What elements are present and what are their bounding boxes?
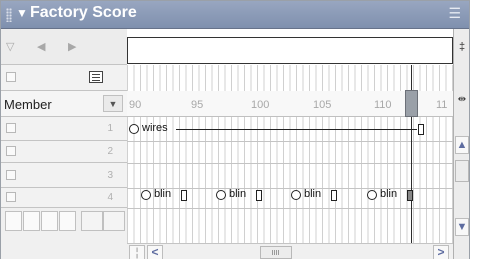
ruler-tick: 110 [374,99,392,111]
scroll-thumb[interactable] [260,246,292,259]
playhead-handle[interactable] [405,90,418,117]
sprite-start-icon [141,190,151,200]
sprite-start-icon [367,190,377,200]
channel-column: ▽ ◀ ▶ Member ▼ 1 2 3 4 [1,29,127,259]
channel-scroll-button[interactable] [81,211,103,231]
horizontal-scrollbar[interactable]: ¦ < > [127,243,453,259]
sprite-wires[interactable]: wires [127,120,427,138]
sprite-label: blin [229,188,247,200]
sprite-end-icon [418,124,424,135]
scroll-down-button[interactable]: ▼ [455,218,469,236]
channel-scroll-button[interactable] [103,211,125,231]
member-dropdown-button[interactable]: ▼ [103,95,123,112]
score-window: ▼ Factory Score ☰ ▽ ◀ ▶ Member ▼ 1 2 3 4… [0,0,470,259]
member-label: Member [4,97,52,112]
script-icon [89,71,103,83]
ruler-tick: 90 [129,99,142,111]
sprite-end-icon [331,190,337,201]
vertical-scroll-thumb[interactable] [455,160,469,182]
sprite-start-icon [129,124,139,134]
filter-icon[interactable]: ▽ [6,40,14,53]
scroll-up-button[interactable]: ▲ [455,136,469,154]
options-menu-icon[interactable]: ☰ [448,5,461,22]
channel-row-4[interactable]: 4 [1,188,127,208]
row-divider [127,163,453,164]
right-toolbar: ‡ ⇹ ▲ ▼ [453,29,469,259]
channel-footer [1,208,127,259]
channel-number: 2 [107,146,113,157]
sprite-blin[interactable]: blin [291,188,351,202]
channel-number: 4 [107,192,113,203]
sprite-end-icon [181,190,187,201]
channel-row-3[interactable]: 3 [1,163,127,188]
prev-marker-icon[interactable]: ◀ [37,40,45,53]
view-cell[interactable] [23,211,40,231]
channel-3-checkbox[interactable] [6,170,16,180]
zoom-divider-icon[interactable]: ¦ [129,245,145,259]
ruler-tick: 100 [251,99,270,111]
view-cell[interactable] [41,211,58,231]
sprite-end-icon [407,190,413,201]
sprite-start-icon [291,190,301,200]
channel-2-checkbox[interactable] [6,146,16,156]
ruler-tick: 95 [191,99,204,111]
marker-strip[interactable] [127,37,453,64]
channel-row-2[interactable]: 2 [1,141,127,163]
row-divider [127,141,453,142]
channel-4-checkbox[interactable] [6,192,16,202]
scroll-left-button[interactable]: < [147,245,163,259]
member-row: Member ▼ [1,91,127,117]
marker-nav-row: ▽ ◀ ▶ [1,29,127,65]
row-divider [127,208,453,209]
sprite-label: wires [142,122,168,134]
script-channel-row [1,65,127,91]
grip-icon[interactable] [6,8,12,22]
sprite-start-icon [216,190,226,200]
sprite-label: blin [380,188,398,200]
channel-row-1[interactable]: 1 [1,117,127,141]
ruler-tick: 11 [436,99,448,111]
channel-resize-icon[interactable]: ‡ [454,41,470,53]
sprite-label: blin [154,188,172,200]
sprite-end-icon [256,190,262,201]
collapse-arrow-icon[interactable]: ▼ [16,6,28,20]
sprite-blin[interactable]: blin [367,188,427,202]
view-cell[interactable] [59,211,76,231]
score-grid-area[interactable]: 90 95 100 105 110 11 wires blin blin bli… [127,29,453,259]
channel-1-checkbox[interactable] [6,123,16,133]
next-marker-icon[interactable]: ▶ [68,40,76,53]
zoom-icon[interactable]: ⇹ [454,94,470,105]
sprite-blin[interactable]: blin [141,188,201,202]
channel-number: 1 [107,123,113,134]
sprite-label: blin [304,188,322,200]
window-title: Factory Score [30,4,137,21]
checkbox-icon[interactable] [6,72,16,82]
ruler-tick: 105 [313,99,332,111]
title-bar[interactable]: ▼ Factory Score ☰ [1,1,469,29]
sprite-span-line [176,129,417,130]
channel-number: 3 [107,170,113,181]
scroll-right-button[interactable]: > [433,245,449,259]
sprite-blin[interactable]: blin [216,188,276,202]
view-cell[interactable] [5,211,22,231]
